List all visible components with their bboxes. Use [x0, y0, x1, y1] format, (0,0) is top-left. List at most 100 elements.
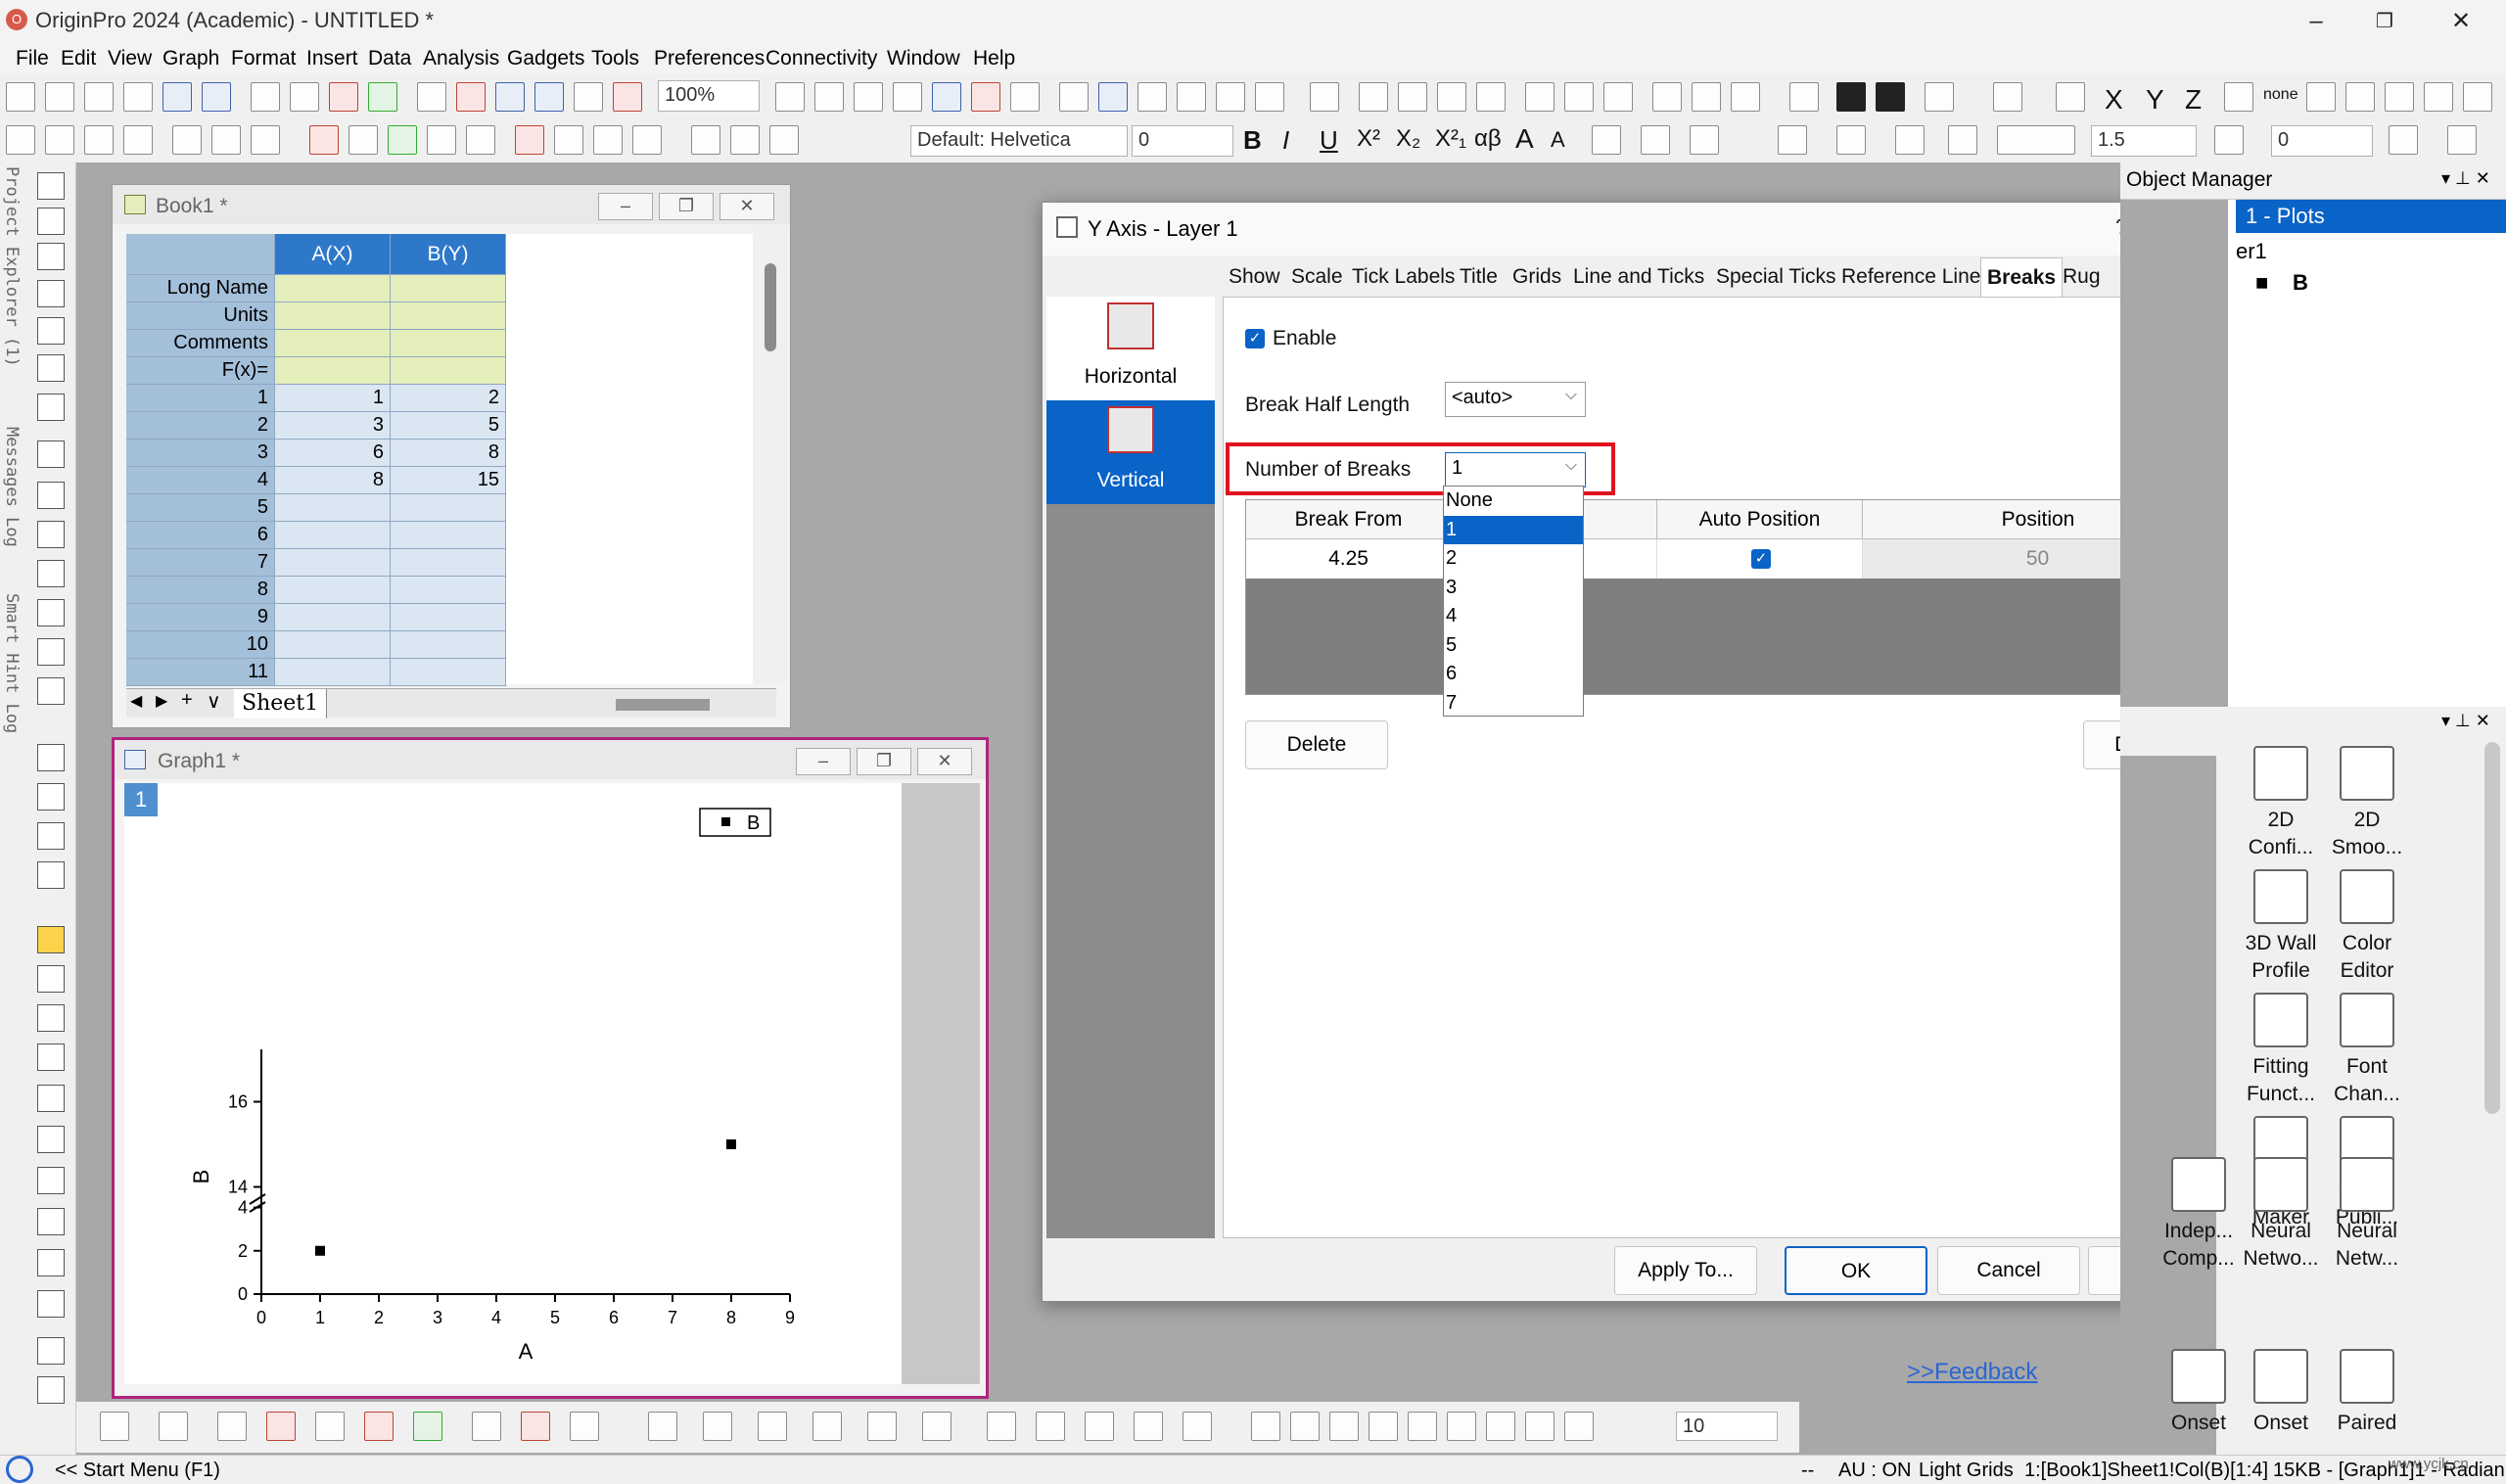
font-color-icon[interactable] [1690, 125, 1719, 155]
option-2[interactable]: 2 [1444, 544, 1583, 574]
new-layout-icon[interactable] [202, 82, 231, 112]
app-item[interactable]: Neural Netwo... [2232, 1157, 2330, 1273]
column-header-b[interactable]: B(Y) [391, 234, 506, 275]
sheet-list-button[interactable]: ∨ [207, 689, 221, 714]
align-left-icon[interactable] [1251, 1412, 1280, 1441]
cell-b[interactable]: 2 [391, 385, 506, 412]
cell-a[interactable] [275, 549, 391, 577]
horizontal-item[interactable]: Horizontal [1046, 297, 1215, 400]
align-center-icon[interactable] [1408, 1412, 1437, 1441]
circle-icon[interactable] [37, 965, 65, 993]
cell-a[interactable] [275, 659, 391, 686]
cell-a[interactable] [275, 522, 391, 549]
script-window-icon[interactable] [1177, 82, 1206, 112]
heatmap-icon[interactable] [867, 1412, 897, 1441]
increase-font-button[interactable]: A [1515, 123, 1534, 155]
equation-icon[interactable] [37, 744, 65, 771]
book1-restore-button[interactable]: ❐ [659, 193, 714, 220]
z-button[interactable]: Z [2185, 84, 2202, 116]
error-plot-icon[interactable] [364, 1412, 394, 1441]
results-log-icon[interactable] [971, 82, 1000, 112]
mask-icon[interactable] [987, 1412, 1016, 1441]
screen-reader-icon[interactable] [37, 317, 65, 345]
tab-reference-lines[interactable]: Reference Lines [1841, 265, 1991, 289]
apps-panel-menu-icon[interactable]: ▾ ⊥ ✕ [2441, 711, 2490, 731]
cancel-button[interactable]: Cancel [1937, 1246, 2080, 1295]
shape-icon[interactable] [554, 125, 583, 155]
sheet1-tab[interactable]: Sheet1 [234, 689, 328, 719]
data-point[interactable] [315, 1245, 325, 1256]
first-icon[interactable] [2306, 82, 2336, 112]
row-label[interactable]: Long Name [126, 275, 275, 302]
symbol-size-combo[interactable]: 0 [2271, 125, 2373, 157]
option-3[interactable]: 3 [1444, 574, 1583, 603]
grey-box-icon[interactable] [922, 1412, 951, 1441]
ok-button[interactable]: OK [1785, 1246, 1927, 1295]
graph1-restore-button[interactable]: ❐ [857, 748, 911, 775]
line-tool-icon[interactable] [37, 599, 65, 626]
3d-plot-icon[interactable] [570, 1412, 599, 1441]
row-number[interactable]: 10 [126, 631, 275, 659]
restore-button[interactable]: ❐ [2355, 4, 2414, 39]
row-number[interactable]: 11 [126, 659, 275, 686]
group-objects-icon[interactable] [1525, 1412, 1555, 1441]
row-number[interactable]: 2 [126, 412, 275, 440]
new-matrix-icon[interactable] [162, 82, 192, 112]
cell-a[interactable] [275, 604, 391, 631]
menu-data[interactable]: Data [368, 47, 411, 70]
color-scale-icon[interactable] [37, 926, 65, 953]
app-item[interactable]: Font Chan... [2318, 993, 2416, 1108]
plot-b-item[interactable]: B [2293, 270, 2308, 296]
slideshow-icon[interactable] [814, 82, 844, 112]
row-number[interactable]: 4 [126, 467, 275, 494]
new-function-icon[interactable] [251, 82, 280, 112]
align-top-icon[interactable] [1329, 1412, 1359, 1441]
tab-show[interactable]: Show [1229, 265, 1280, 289]
3d-surface-icon[interactable] [648, 1412, 677, 1441]
graph-page[interactable]: 1 0 1 2 3 4 5 6 7 8 9 0 2 4 14 16 A B B [124, 783, 902, 1384]
decrease-font-button[interactable]: A [1551, 127, 1565, 153]
matlab-icon[interactable] [37, 1167, 65, 1194]
open-template-icon[interactable] [456, 82, 486, 112]
scroll-thumb[interactable] [765, 263, 776, 351]
refresh-icon[interactable] [172, 125, 202, 155]
stop-icon[interactable] [613, 82, 642, 112]
align-bottom-icon[interactable] [1369, 1412, 1398, 1441]
cell-a[interactable]: 6 [275, 440, 391, 467]
row-number[interactable]: 9 [126, 604, 275, 631]
undo-icon[interactable] [251, 125, 280, 155]
data-selector-icon[interactable] [37, 441, 65, 468]
apply-to-button[interactable]: Apply To... [1614, 1246, 1757, 1295]
tab-next-button[interactable]: ▶ [156, 691, 167, 711]
option-7[interactable]: 7 [1444, 689, 1583, 719]
pattern-icon[interactable] [1836, 125, 1866, 155]
add-sheet-button[interactable]: + [181, 689, 193, 712]
import-data-icon[interactable] [368, 82, 397, 112]
table-icon[interactable] [427, 125, 456, 155]
align-icon[interactable] [1592, 125, 1621, 155]
graph1-minimize-button[interactable]: – [796, 748, 851, 775]
arrow-tool-icon[interactable] [37, 560, 65, 587]
zoom-combo[interactable]: 100% [658, 80, 760, 112]
cell-a[interactable] [275, 631, 391, 659]
bar-chart-icon[interactable] [1564, 82, 1594, 112]
save-window-icon[interactable] [534, 82, 564, 112]
export-graph-icon[interactable] [893, 82, 922, 112]
save-project-icon[interactable] [495, 82, 525, 112]
cell-a[interactable]: 3 [275, 412, 391, 440]
contour-icon[interactable] [812, 1412, 842, 1441]
font-size-combo[interactable]: 0 [1132, 125, 1233, 157]
app-item[interactable]: Color Editor [2318, 869, 2416, 985]
statistics-sum-icon[interactable] [1359, 82, 1388, 112]
row-number[interactable]: 1 [126, 385, 275, 412]
back-icon[interactable] [1486, 1412, 1515, 1441]
layer-tree-item[interactable]: er1 [2236, 239, 2267, 264]
start-menu-link[interactable]: << Start Menu (F1) [55, 1460, 220, 1482]
label-cell-b[interactable] [391, 275, 506, 302]
label-cell-a[interactable] [275, 302, 391, 330]
scatter-plot-icon[interactable] [159, 1412, 188, 1441]
x-button[interactable]: X [2105, 84, 2123, 116]
delete-button[interactable]: Delete [1245, 720, 1388, 769]
histogram-icon[interactable] [1525, 82, 1555, 112]
tab-grids[interactable]: Grids [1512, 265, 1561, 289]
